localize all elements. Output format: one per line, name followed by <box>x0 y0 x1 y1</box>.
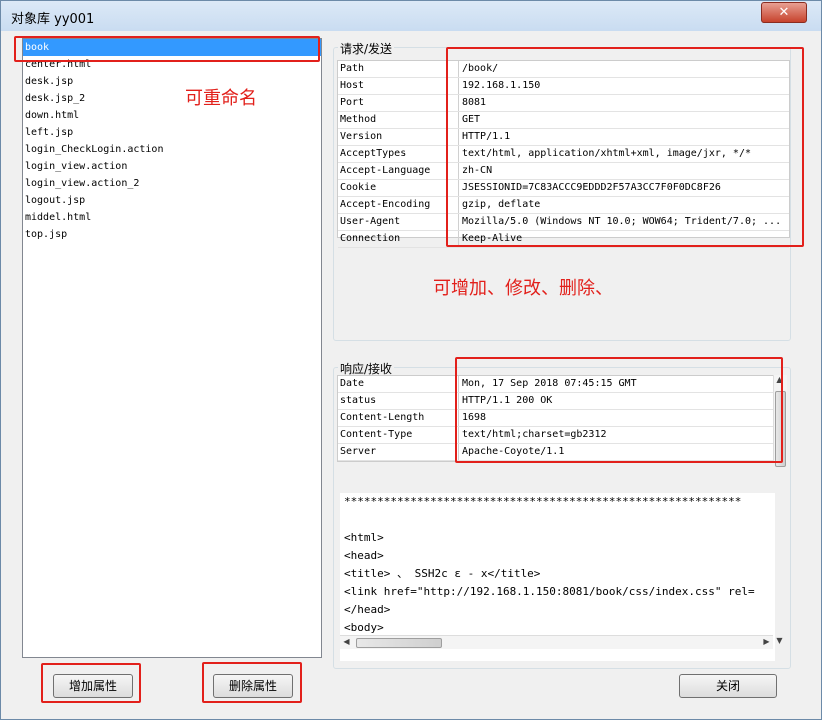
title-bar: 对象库 yy001 ✕ <box>1 1 821 31</box>
object-list-item[interactable]: desk.jsp_2 <box>23 90 321 107</box>
header-name-cell[interactable]: Path <box>338 61 459 77</box>
hscrollbar-thumb[interactable] <box>356 638 442 648</box>
object-list-item[interactable]: desk.jsp <box>23 73 321 90</box>
object-library-window: 对象库 yy001 ✕ book center.html desk.jsp desk.… <box>0 0 822 720</box>
window-title: 对象库 yy001 <box>11 12 95 27</box>
delete-button-highlight-box <box>202 662 302 703</box>
header-name-cell[interactable]: Content-Type <box>338 427 459 443</box>
body-text-line: <link href="http://192.168.1.150:8081/bo… <box>344 585 755 598</box>
close-icon: ✕ <box>778 5 790 20</box>
header-name-cell[interactable]: Port <box>338 95 459 111</box>
header-name-cell[interactable]: status <box>338 393 459 409</box>
header-name-cell[interactable]: Content-Length <box>338 410 459 426</box>
scroll-right-icon[interactable]: ▶ <box>760 637 773 646</box>
object-list[interactable]: book center.html desk.jsp desk.jsp_2 down.ht… <box>22 38 322 658</box>
header-name-cell[interactable]: Date <box>338 376 459 392</box>
object-list-item[interactable]: down.html <box>23 107 321 124</box>
header-name-cell[interactable]: Connection <box>338 231 459 247</box>
scroll-down-icon[interactable]: ▼ <box>773 636 786 645</box>
body-text-line <box>340 511 775 529</box>
object-list-item[interactable]: left.jsp <box>23 124 321 141</box>
body-text-line: ****************************************… <box>344 495 742 508</box>
request-highlight-box <box>446 47 804 247</box>
rename-annotation: 可重命名 <box>185 88 257 109</box>
header-name-cell[interactable]: Version <box>338 129 459 145</box>
header-name-cell[interactable]: Accept-Encoding <box>338 197 459 213</box>
object-list-item[interactable]: middel.html <box>23 209 321 226</box>
add-button-highlight-box <box>41 663 141 703</box>
header-name-cell[interactable]: Method <box>338 112 459 128</box>
header-name-cell[interactable]: AcceptTypes <box>338 146 459 162</box>
object-list-item[interactable]: login_CheckLogin.action <box>23 141 321 158</box>
header-name-cell[interactable]: Cookie <box>338 180 459 196</box>
header-name-cell[interactable]: Accept-Language <box>338 163 459 179</box>
edit-annotation: 可增加、修改、删除、 <box>433 278 613 299</box>
body-text-line: <head> <box>344 549 384 562</box>
request-group-title: 请求/发送 <box>338 40 395 57</box>
body-text-line: <title> 、 SSH2c ε - x</title> <box>344 567 541 580</box>
header-name-cell[interactable]: Server <box>338 444 459 460</box>
object-list-item[interactable]: logout.jsp <box>23 192 321 209</box>
object-list-item[interactable]: login_view.action <box>23 158 321 175</box>
response-body-hscrollbar[interactable]: ◀ ▶ <box>340 635 773 649</box>
body-text-line: </head> <box>344 603 391 616</box>
header-name-cell[interactable]: User-Agent <box>338 214 459 230</box>
rename-highlight-box <box>14 36 320 62</box>
object-list-item[interactable]: login_view.action_2 <box>23 175 321 192</box>
close-button[interactable]: 关闭 <box>679 674 777 698</box>
object-list-item[interactable]: top.jsp <box>23 226 321 243</box>
scroll-left-icon[interactable]: ◀ <box>340 637 353 646</box>
response-highlight-box <box>455 357 783 463</box>
header-name-cell[interactable]: Host <box>338 78 459 94</box>
body-text-line: <html> <box>344 531 384 544</box>
close-window-button[interactable]: ✕ <box>761 2 807 23</box>
